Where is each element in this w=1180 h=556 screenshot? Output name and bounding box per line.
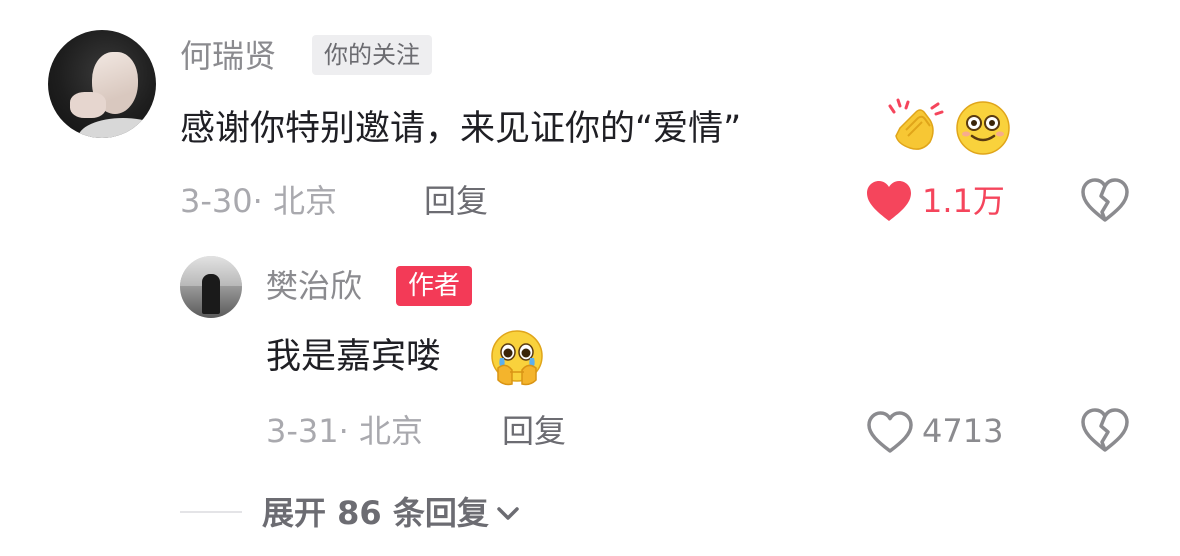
reply-reply-button[interactable]: 回复 xyxy=(502,408,566,454)
expand-replies-label: 展开 86 条回复 xyxy=(262,494,489,532)
follow-tag: 你的关注 xyxy=(312,35,432,75)
heart-outline-icon[interactable] xyxy=(866,410,914,454)
divider xyxy=(180,511,242,513)
broken-heart-icon[interactable] xyxy=(1080,406,1130,454)
comment-date-location: 3-30· 北京 xyxy=(180,182,337,220)
reply-username[interactable]: 樊治欣 xyxy=(266,264,362,308)
like-count: 1.1万 xyxy=(922,182,1005,220)
comment-text: 感谢你特别邀请，来见证你的“爱情” xyxy=(180,109,742,149)
pleading-face-emoji xyxy=(491,330,543,386)
reply-like-count: 4713 xyxy=(922,412,1004,450)
smiling-face-emoji xyxy=(956,101,1010,155)
heart-filled-icon[interactable] xyxy=(864,178,914,224)
comment-username[interactable]: 何瑞贤 xyxy=(180,34,276,78)
reply-date-location: 3-31· 北京 xyxy=(266,412,423,450)
broken-heart-icon[interactable] xyxy=(1080,176,1130,224)
expand-replies-button[interactable]: 展开 86 条回复 xyxy=(262,490,521,536)
comment-thread: 何瑞贤 你的关注 感谢你特别邀请，来见证你的“爱情” 3-30· 北京 回复 1… xyxy=(0,0,1180,556)
avatar[interactable] xyxy=(48,30,156,138)
reply-button[interactable]: 回复 xyxy=(424,178,488,224)
chevron-down-icon xyxy=(497,507,519,520)
reply-avatar[interactable] xyxy=(180,256,242,318)
clapping-hands-emoji xyxy=(888,98,944,150)
author-tag: 作者 xyxy=(396,266,473,306)
reply-text: 我是嘉宾喽 xyxy=(266,337,442,377)
